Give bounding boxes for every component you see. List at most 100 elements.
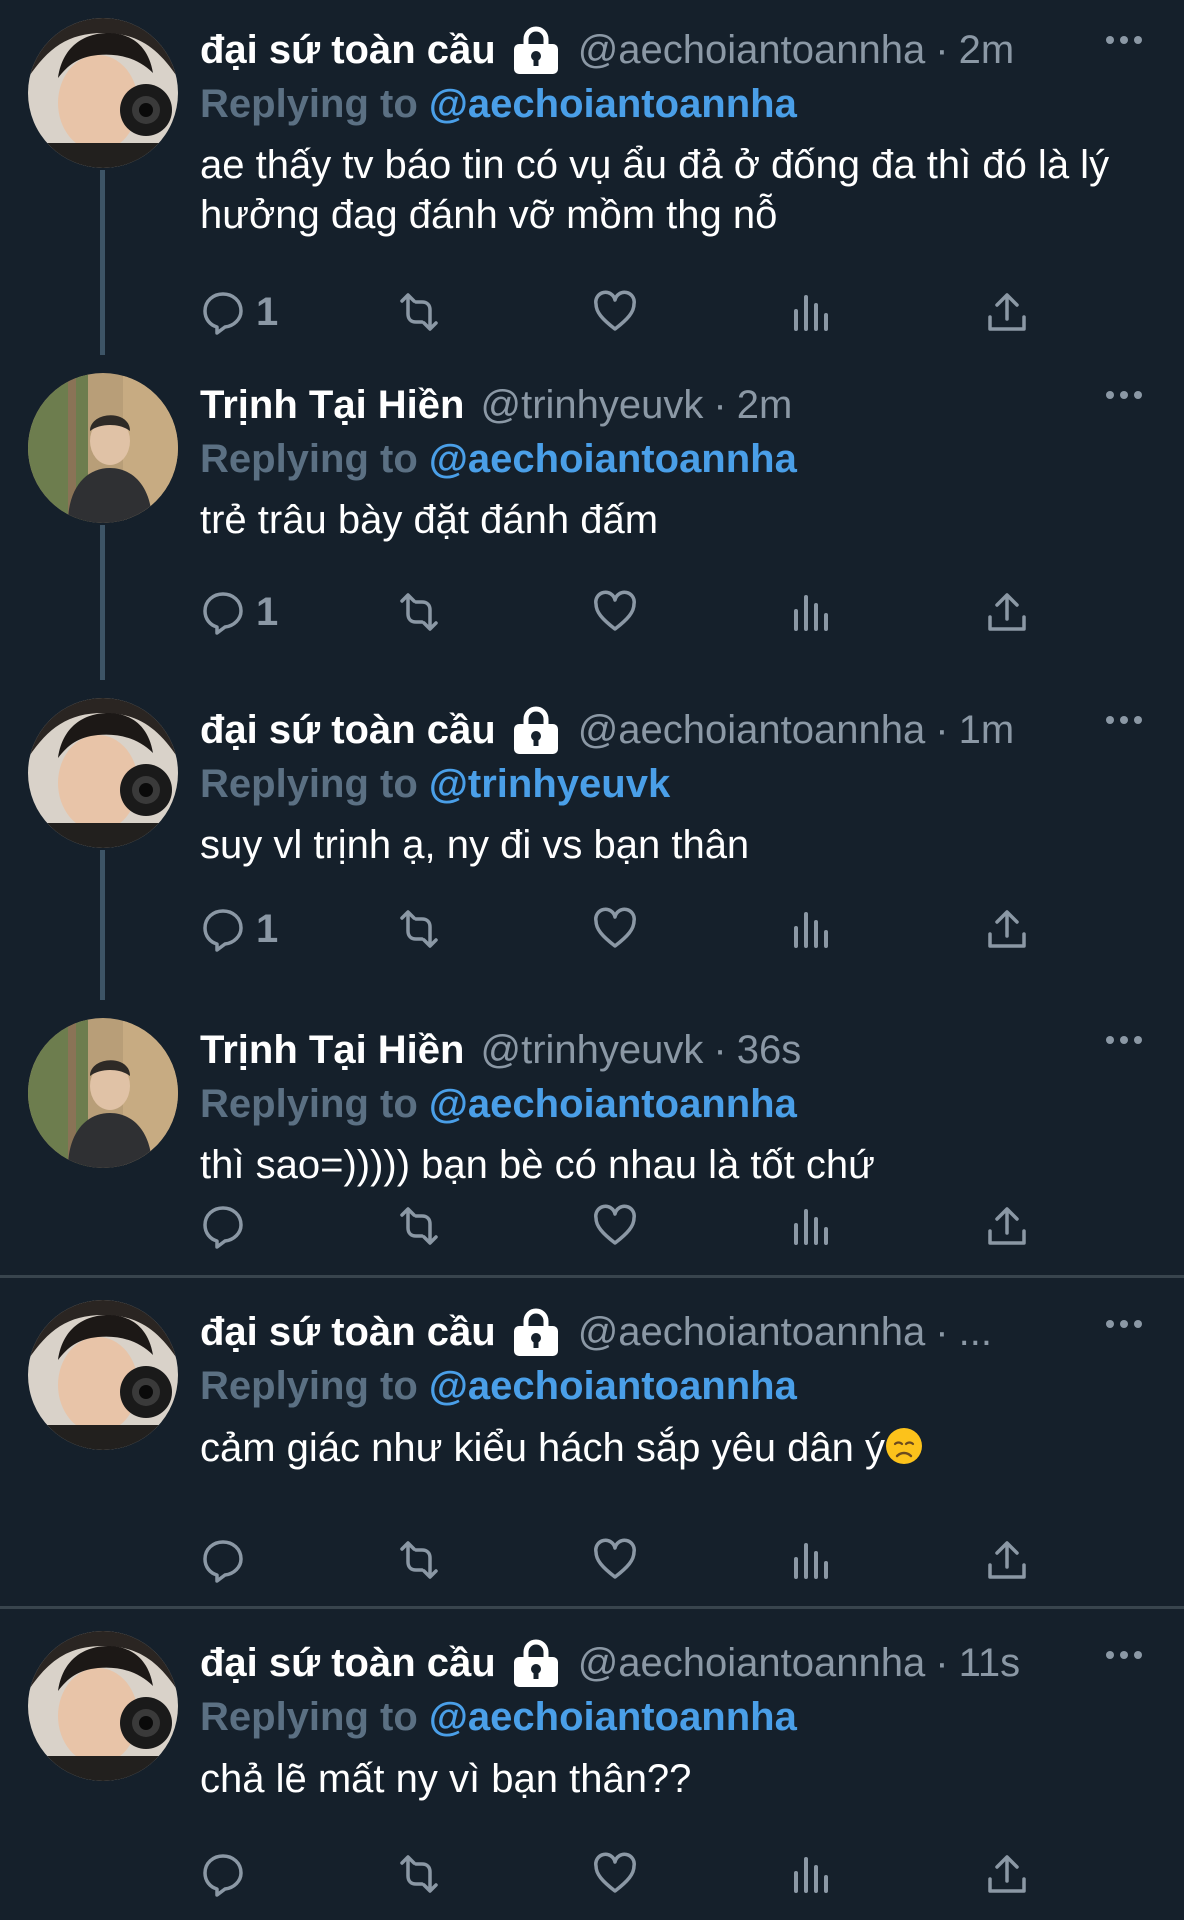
replying-to-link[interactable]: @aechoiantoannha <box>429 1695 797 1739</box>
heart-icon <box>594 1204 636 1245</box>
tweet[interactable]: đại sứ toàn cầu @aechoiantoannha · 2m Re… <box>0 0 1184 345</box>
replying-to-label: Replying to <box>200 437 418 481</box>
share-button[interactable] <box>984 1532 1030 1588</box>
analytics-button[interactable] <box>788 1198 834 1254</box>
replying-to-link[interactable]: @aechoiantoannha <box>429 437 797 481</box>
timestamp[interactable]: 2m <box>737 379 793 431</box>
reply-icon <box>203 1854 243 1897</box>
like-button[interactable] <box>592 1846 638 1902</box>
more-options-icon[interactable] <box>1104 30 1144 50</box>
thread-connector-line <box>100 850 105 1000</box>
share-button[interactable] <box>984 901 1030 957</box>
replying-to-link[interactable]: @aechoiantoannha <box>429 82 797 126</box>
avatar[interactable] <box>28 1631 178 1781</box>
replying-to-label: Replying to <box>200 762 418 806</box>
avatar[interactable] <box>28 18 178 168</box>
like-button[interactable] <box>592 284 638 340</box>
user-handle[interactable]: @trinhyeuvk <box>480 1024 703 1076</box>
lock-icon <box>513 26 558 74</box>
analytics-button[interactable] <box>788 901 834 957</box>
more-options-icon[interactable] <box>1104 385 1144 405</box>
retweet-button[interactable] <box>396 1532 442 1588</box>
analytics-button[interactable] <box>788 584 834 640</box>
analytics-button[interactable] <box>788 284 834 340</box>
display-name[interactable]: đại sứ toàn cầu <box>200 24 496 76</box>
more-options-icon[interactable] <box>1104 1314 1144 1334</box>
share-button[interactable] <box>984 584 1030 640</box>
share-button[interactable] <box>984 1846 1030 1902</box>
action-bar <box>200 1846 1080 1902</box>
replying-to-line: Replying to @trinhyeuvk <box>200 758 670 810</box>
display-name[interactable]: Trịnh Tại Hiền <box>200 379 464 431</box>
reply-button[interactable]: 1 <box>200 284 278 340</box>
display-name[interactable]: đại sứ toàn cầu <box>200 1306 496 1358</box>
timestamp[interactable]: ... <box>959 1306 992 1358</box>
tweet[interactable]: Trịnh Tại Hiền @trinhyeuvk · 2m Replying… <box>0 345 1184 680</box>
more-options-icon[interactable] <box>1104 1645 1144 1665</box>
avatar[interactable] <box>28 1300 178 1450</box>
replying-to-label: Replying to <box>200 1364 418 1408</box>
separator-dot: · <box>935 708 949 752</box>
like-button[interactable] <box>592 901 638 957</box>
user-handle[interactable]: @aechoiantoannha <box>578 1637 926 1689</box>
tweet-text-content: cảm giác như kiểu hách sắp yêu dân ý <box>200 1426 885 1470</box>
retweet-button[interactable] <box>396 284 442 340</box>
retweet-button[interactable] <box>396 1198 442 1254</box>
replying-to-label: Replying to <box>200 82 418 126</box>
retweet-button[interactable] <box>396 901 442 957</box>
timestamp[interactable]: 11s <box>959 1637 1021 1689</box>
like-button[interactable] <box>592 1532 638 1588</box>
tweet[interactable]: đại sứ toàn cầu @aechoiantoannha · 11s R… <box>0 1609 1184 1920</box>
retweet-icon <box>400 1855 438 1893</box>
timestamp[interactable]: 1m <box>959 704 1015 756</box>
tweet[interactable]: đại sứ toàn cầu @aechoiantoannha · ... R… <box>0 1278 1184 1606</box>
retweet-button[interactable] <box>396 1846 442 1902</box>
tweet[interactable]: Trịnh Tại Hiền @trinhyeuvk · 36s Replyin… <box>0 1000 1184 1275</box>
separator-dot: · <box>935 28 949 72</box>
avatar-young-man-with-camera-icon <box>28 1300 178 1450</box>
avatar-man-in-dark-jacket-icon <box>28 1018 178 1168</box>
replying-to-link[interactable]: @trinhyeuvk <box>429 762 670 806</box>
replying-to-line: Replying to @aechoiantoannha <box>200 78 797 130</box>
timestamp[interactable]: 36s <box>737 1024 802 1076</box>
replying-to-link[interactable]: @aechoiantoannha <box>429 1364 797 1408</box>
like-button[interactable] <box>592 1198 638 1254</box>
separator-dot: · <box>935 1310 949 1354</box>
retweet-icon <box>400 910 438 948</box>
retweet-button[interactable] <box>396 584 442 640</box>
heart-icon <box>594 1852 636 1893</box>
display-name[interactable]: đại sứ toàn cầu <box>200 704 496 756</box>
reply-button[interactable]: 1 <box>200 584 278 640</box>
avatar[interactable] <box>28 698 178 848</box>
user-handle[interactable]: @trinhyeuvk <box>480 379 703 431</box>
action-bar: 1 <box>200 584 1080 640</box>
heart-icon <box>594 1538 636 1579</box>
avatar[interactable] <box>28 373 178 523</box>
user-handle[interactable]: @aechoiantoannha <box>578 1306 926 1358</box>
reply-button[interactable] <box>200 1532 256 1588</box>
bar-chart-icon <box>794 1209 828 1245</box>
action-bar: 1 <box>200 901 1080 957</box>
replying-to-line: Replying to @aechoiantoannha <box>200 1078 797 1130</box>
display-name[interactable]: đại sứ toàn cầu <box>200 1637 496 1689</box>
tweet-header: đại sứ toàn cầu @aechoiantoannha · 2m <box>200 24 1090 76</box>
reply-icon <box>203 292 243 335</box>
timestamp[interactable]: 2m <box>959 24 1015 76</box>
share-button[interactable] <box>984 1198 1030 1254</box>
replying-to-link[interactable]: @aechoiantoannha <box>429 1082 797 1126</box>
reply-button[interactable] <box>200 1198 256 1254</box>
like-button[interactable] <box>592 584 638 640</box>
reply-button[interactable] <box>200 1846 256 1902</box>
tweet[interactable]: đại sứ toàn cầu @aechoiantoannha · 1m Re… <box>0 680 1184 1000</box>
more-options-icon[interactable] <box>1104 1030 1144 1050</box>
share-button[interactable] <box>984 284 1030 340</box>
user-handle[interactable]: @aechoiantoannha <box>578 24 926 76</box>
reply-button[interactable]: 1 <box>200 901 278 957</box>
analytics-button[interactable] <box>788 1532 834 1588</box>
avatar[interactable] <box>28 1018 178 1168</box>
lock-icon <box>513 1639 558 1687</box>
user-handle[interactable]: @aechoiantoannha <box>578 704 926 756</box>
more-options-icon[interactable] <box>1104 710 1144 730</box>
display-name[interactable]: Trịnh Tại Hiền <box>200 1024 464 1076</box>
analytics-button[interactable] <box>788 1846 834 1902</box>
